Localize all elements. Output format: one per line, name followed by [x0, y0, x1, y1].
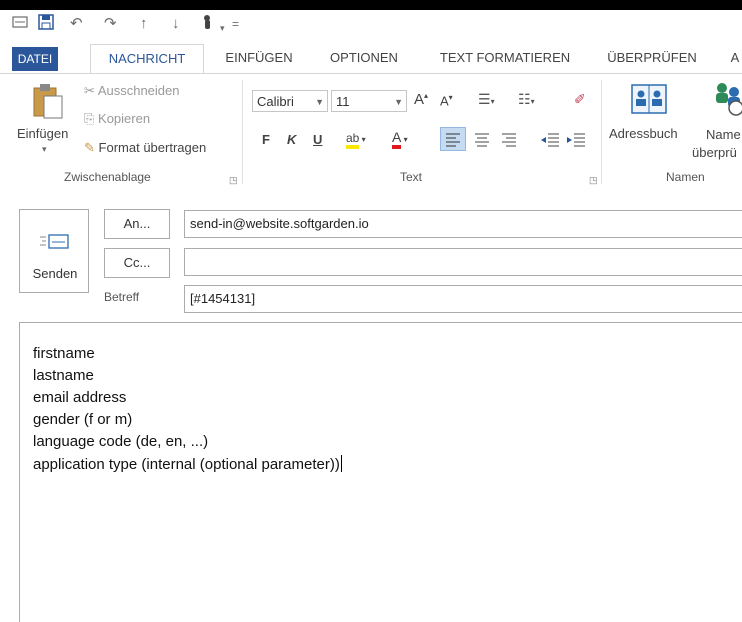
copy-icon: ⎘	[84, 111, 95, 126]
touch-mode-icon[interactable]	[200, 14, 214, 36]
clipboard-launcher-icon[interactable]: ◳	[229, 175, 238, 186]
italic-button[interactable]: K	[287, 132, 296, 147]
check-names-label-1: Name	[706, 127, 741, 142]
body-line: firstname	[33, 345, 95, 362]
up-arrow-icon[interactable]: ↑	[140, 14, 148, 34]
clipboard-group-label: Zwischenablage	[64, 170, 151, 184]
subject-label: Betreff	[104, 290, 140, 304]
check-names-icon[interactable]	[712, 80, 742, 123]
message-body[interactable]: firstname lastname email address gender …	[19, 322, 742, 622]
highlight-button[interactable]: ab ▾	[346, 130, 366, 149]
body-line: gender (f or m)	[33, 411, 133, 428]
down-arrow-icon[interactable]: ↓	[172, 14, 180, 34]
paste-button[interactable]: Einfügen	[17, 126, 68, 141]
text-caret	[340, 455, 342, 472]
tab-more[interactable]: A	[728, 46, 742, 70]
tab-nachricht[interactable]: NACHRICHT	[90, 44, 204, 75]
cut-label: Ausschneiden	[97, 83, 180, 98]
copy-button[interactable]: ⎘ Kopieren	[84, 111, 150, 127]
font-color-button[interactable]: A ▾	[392, 130, 408, 149]
grow-font-icon[interactable]: A▴	[414, 91, 428, 108]
check-names-button[interactable]: Name überprü	[692, 126, 741, 162]
font-size-select[interactable]: 11 ▼	[331, 90, 407, 112]
chevron-down-icon: ▼	[394, 97, 403, 107]
scissors-icon: ✂	[84, 83, 95, 98]
align-right-icon	[502, 133, 516, 147]
ribbon: Einfügen ▾ ✂ Ausschneiden ⎘ Kopieren ✎ F…	[0, 73, 742, 190]
send-label: Senden	[32, 266, 78, 281]
body-line: email address	[33, 389, 127, 406]
save-icon[interactable]	[38, 14, 54, 36]
cc-button[interactable]: Cc...	[104, 248, 170, 278]
group-separator	[242, 80, 243, 184]
body-line: lastname	[33, 367, 94, 384]
check-names-label-2: überprü	[692, 145, 737, 160]
increase-indent-button[interactable]	[564, 128, 588, 155]
decrease-indent-icon	[541, 133, 559, 147]
tab-ueberpruefen[interactable]: ÜBERPRÜFEN	[600, 46, 704, 70]
address-book-button[interactable]: Adressbuch	[609, 126, 678, 141]
chevron-down-icon: ▼	[315, 97, 324, 107]
compose-area: Senden An... Cc... Betreff send-in@websi…	[0, 188, 742, 622]
clipboard-icon[interactable]	[32, 82, 64, 127]
title-bar	[0, 0, 742, 10]
to-button[interactable]: An...	[104, 209, 170, 239]
align-left-button[interactable]	[440, 127, 466, 151]
tab-datei[interactable]: DATEI	[12, 47, 58, 71]
mail-icon[interactable]	[12, 15, 28, 35]
redo-icon[interactable]: ↷	[104, 14, 117, 34]
cut-button[interactable]: ✂ Ausschneiden	[84, 83, 179, 99]
customize-icon[interactable]: =	[232, 14, 239, 34]
quick-access-toolbar: ↶ ↷ ↑ ↓ ▾ =	[0, 10, 742, 40]
tab-einfuegen[interactable]: EINFÜGEN	[220, 46, 298, 70]
align-center-icon	[475, 133, 489, 147]
body-line: language code (de, en, ...)	[33, 433, 209, 450]
highlighter-icon: ab	[346, 131, 360, 149]
subject-field[interactable]: [#1454131]	[184, 285, 742, 313]
align-right-button[interactable]	[497, 128, 521, 155]
format-painter-button[interactable]: ✎ Format übertragen	[84, 140, 206, 156]
text-group-label: Text	[400, 170, 423, 184]
paste-dropdown-icon[interactable]: ▾	[42, 144, 47, 155]
bold-button[interactable]: F	[262, 132, 270, 147]
cc-field[interactable]	[184, 248, 742, 276]
address-book-icon[interactable]	[630, 82, 668, 121]
align-center-button[interactable]	[470, 128, 494, 155]
underline-button[interactable]: U	[313, 132, 322, 147]
align-left-icon	[446, 133, 460, 147]
send-icon	[40, 232, 70, 257]
to-field[interactable]: send-in@website.softgarden.io	[184, 210, 742, 238]
names-group-label: Namen	[666, 170, 705, 184]
font-size-value: 11	[336, 94, 350, 109]
tab-optionen[interactable]: OPTIONEN	[322, 46, 406, 70]
paintbrush-icon: ✎	[84, 140, 95, 155]
tab-text-formatieren[interactable]: TEXT FORMATIEREN	[432, 46, 578, 70]
font-color-icon: A	[392, 130, 402, 149]
dropdown-icon[interactable]: ▾	[220, 18, 225, 38]
font-name-value: Calibri	[257, 94, 294, 109]
ribbon-tabs: DATEI NACHRICHT EINFÜGEN OPTIONEN TEXT F…	[0, 40, 742, 75]
body-line-last: application type (internal (optional par…	[33, 455, 342, 473]
clear-formatting-icon[interactable]: ✐	[574, 91, 586, 108]
text-launcher-icon[interactable]: ◳	[589, 175, 598, 186]
decrease-indent-button[interactable]	[538, 128, 562, 155]
copy-label: Kopieren	[98, 111, 151, 126]
undo-icon[interactable]: ↶	[70, 14, 83, 34]
body-line-text: application type (internal (optional par…	[33, 456, 340, 473]
shrink-font-icon[interactable]: A▾	[440, 93, 453, 108]
send-button[interactable]: Senden	[19, 209, 89, 293]
bullet-list-icon[interactable]: ☰▾	[478, 91, 495, 108]
format-painter-label: Format übertragen	[98, 140, 207, 155]
font-name-select[interactable]: Calibri ▼	[252, 90, 328, 112]
numbered-list-icon[interactable]: ☷▾	[518, 91, 535, 108]
increase-indent-icon	[567, 133, 585, 147]
group-separator	[601, 80, 602, 184]
